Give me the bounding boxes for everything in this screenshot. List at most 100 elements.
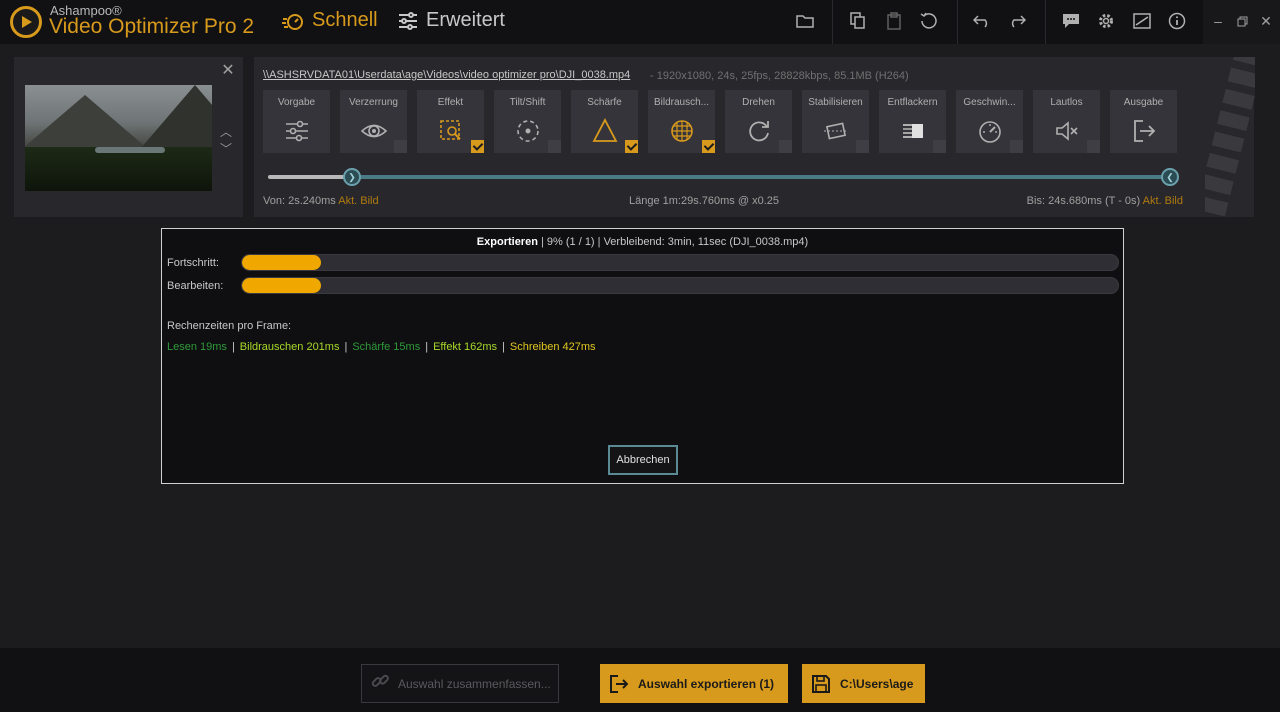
von-current-frame-link[interactable]: Akt. Bild: [338, 195, 378, 207]
bis-current-frame-link[interactable]: Akt. Bild: [1143, 195, 1183, 207]
tool-button[interactable]: Tilt/Shift: [494, 90, 561, 153]
slider-track-left: [268, 175, 350, 179]
timing-list: Lesen 19ms | Bildrauschen 201ms | Schärfe 15…: [167, 341, 596, 353]
output-icon: [1131, 118, 1157, 144]
effect-icon: [438, 118, 464, 144]
undo-icon[interactable]: [969, 8, 995, 34]
window-controls: – ✕: [1203, 0, 1280, 44]
tool-label: Schärfe: [587, 97, 622, 108]
edit-progress-label: Bearbeiten:: [167, 280, 224, 292]
app-title: Video Optimizer Pro 2: [49, 15, 255, 38]
settings-gear-icon[interactable]: [1093, 8, 1119, 34]
tool-enable-checkbox[interactable]: [1010, 140, 1023, 153]
range-start-handle[interactable]: ❯: [343, 168, 361, 186]
timing-separator: |: [344, 341, 348, 353]
tool-enable-checkbox[interactable]: [856, 140, 869, 153]
save-disk-icon: [802, 674, 840, 693]
tool-button[interactable]: Drehen: [725, 90, 792, 153]
tool-enable-checkbox[interactable]: [625, 140, 638, 153]
tool-enable-checkbox[interactable]: [933, 140, 946, 153]
tool-button[interactable]: Geschwin...: [956, 90, 1023, 153]
deflicker-icon: [900, 118, 926, 144]
chevron-up-icon[interactable]: ︿: [220, 123, 232, 140]
paste-icon[interactable]: [881, 8, 907, 34]
export-selection-label: Auswahl exportieren (1): [638, 676, 775, 691]
file-path-link[interactable]: \\ASHSRVDATA01\Userdata\age\Videos\video…: [263, 69, 630, 81]
von-value: 2s.240ms: [288, 195, 336, 207]
tab-advanced-label: Erweitert: [426, 9, 505, 31]
tool-button[interactable]: Stabilisieren: [802, 90, 869, 153]
timing-separator: |: [502, 341, 505, 353]
sliders-icon: [284, 118, 310, 144]
length-value: 1m:29s.760ms @ x0.25: [662, 195, 779, 207]
tool-label: Drehen: [742, 97, 775, 108]
tool-button[interactable]: Verzerrung: [340, 90, 407, 153]
chart-icon[interactable]: [1129, 8, 1155, 34]
bis-label: Bis:: [1026, 195, 1046, 207]
timing-separator: |: [231, 341, 235, 353]
tool-button[interactable]: Vorgabe: [263, 90, 330, 153]
minimize-icon[interactable]: –: [1205, 8, 1231, 34]
tool-label: Ausgabe: [1123, 97, 1164, 108]
range-slider-track[interactable]: [350, 175, 1170, 179]
open-folder-icon[interactable]: [792, 8, 818, 34]
tool-label: Geschwin...: [963, 97, 1016, 108]
tool-enable-checkbox[interactable]: [471, 140, 484, 153]
tool-button[interactable]: Effekt: [417, 90, 484, 153]
tab-advanced-mode[interactable]: Erweitert: [398, 9, 505, 32]
tool-button[interactable]: Entflackern: [879, 90, 946, 153]
sharpness-icon: [592, 118, 618, 144]
tool-button[interactable]: Schärfe: [571, 90, 638, 153]
tool-enable-checkbox[interactable]: [548, 140, 561, 153]
tool-enable-checkbox[interactable]: [1087, 140, 1100, 153]
copy-icon[interactable]: [845, 8, 871, 34]
dialog-title: Exportieren | 9% (1 / 1) | Verbleibend: …: [162, 236, 1123, 248]
tool-enable-checkbox[interactable]: [779, 140, 792, 153]
tool-button[interactable]: Ausgabe: [1110, 90, 1177, 153]
dialog-title-status: | 9% (1 / 1) | Verbleibend: 3min, 11sec …: [541, 236, 809, 248]
feedback-icon[interactable]: [1058, 8, 1084, 34]
rotate-icon: [746, 118, 772, 144]
tool-button[interactable]: Lautlos: [1033, 90, 1100, 153]
export-progress-dialog: Exportieren | 9% (1 / 1) | Verbleibend: …: [161, 228, 1124, 484]
output-path-button[interactable]: C:\Users\age: [802, 664, 925, 703]
close-icon[interactable]: ✕: [1253, 8, 1279, 34]
remove-video-close-icon[interactable]: ✕: [220, 60, 236, 79]
range-end-info: Bis: 24s.680ms (T - 0s) Akt. Bild: [1027, 195, 1183, 207]
reset-icon[interactable]: [916, 8, 942, 34]
tab-quick-mode[interactable]: Schnell: [282, 9, 378, 32]
tiltshift-icon: [515, 118, 541, 144]
timing-item: Effekt 162ms: [433, 341, 498, 353]
chevron-down-icon[interactable]: ﹀: [220, 140, 232, 157]
stabilize-icon: [823, 118, 849, 144]
export-icon: [600, 674, 638, 693]
range-start-info: Von: 2s.240ms Akt. Bild: [263, 195, 379, 207]
export-selection-button[interactable]: Auswahl exportieren (1): [600, 664, 788, 703]
noise-icon: [669, 118, 695, 144]
timing-header: Rechenzeiten pro Frame:: [167, 320, 292, 332]
range-length-info: Länge 1m:29s.760ms @ x0.25: [629, 195, 779, 207]
video-thumbnail[interactable]: [25, 85, 212, 191]
timing-item: Bildrauschen 201ms: [239, 341, 340, 353]
bis-value: 24s.680ms (T - 0s): [1048, 195, 1141, 207]
cancel-button[interactable]: Abbrechen: [608, 445, 678, 475]
eye-icon: [360, 118, 388, 144]
progress-bar: [241, 254, 1119, 271]
range-end-handle[interactable]: ❮: [1161, 168, 1179, 186]
merge-selection-button[interactable]: Auswahl zusammenfassen...: [361, 664, 559, 703]
tool-label: Verzerrung: [349, 97, 398, 108]
mute-icon: [1054, 118, 1080, 144]
tool-button[interactable]: Bildrausch...: [648, 90, 715, 153]
tool-enable-checkbox[interactable]: [394, 140, 407, 153]
restore-icon[interactable]: [1229, 8, 1255, 34]
timing-item: Lesen 19ms: [167, 341, 227, 353]
tab-quick-label: Schnell: [312, 9, 378, 31]
timing-separator: |: [425, 341, 429, 353]
tool-label: Stabilisieren: [808, 97, 863, 108]
app-logo-icon: [10, 6, 42, 38]
tool-enable-checkbox[interactable]: [702, 140, 715, 153]
sliders-icon: [399, 11, 417, 30]
info-icon[interactable]: [1164, 8, 1190, 34]
redo-icon[interactable]: [1004, 8, 1030, 34]
title-bar: Ashampoo® Video Optimizer Pro 2 Schnell …: [0, 0, 1280, 44]
